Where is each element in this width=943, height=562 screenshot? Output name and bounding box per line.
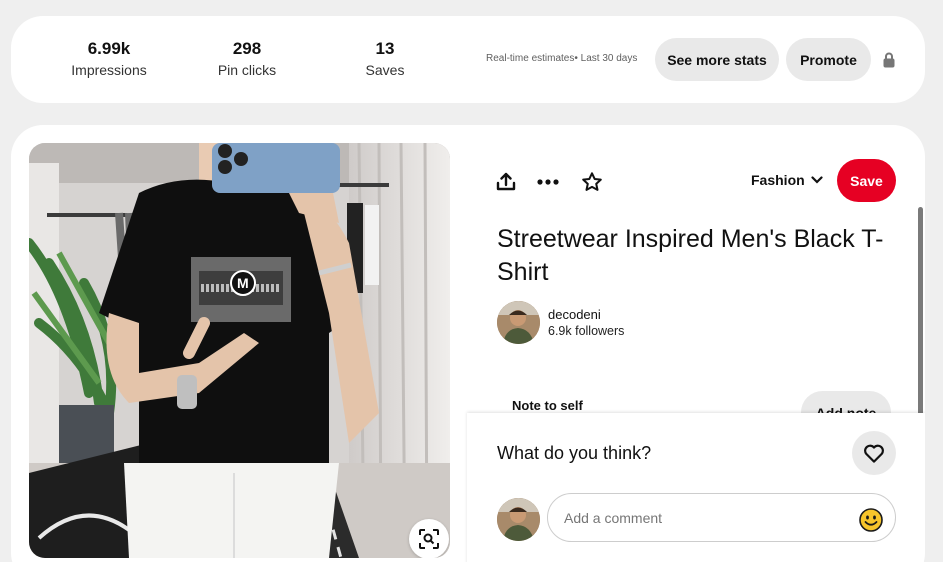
pin-closeup-card: M Fashion Save Streetwear Inspired Men's… bbox=[11, 125, 925, 562]
stat-saves: 13 Saves bbox=[325, 38, 445, 79]
stat-impressions: 6.99k Impressions bbox=[49, 38, 169, 79]
share-button[interactable] bbox=[493, 169, 519, 195]
creator-name[interactable]: decodeni bbox=[548, 307, 624, 323]
creator-info[interactable]: decodeni 6.9k followers bbox=[497, 301, 624, 344]
comment-panel: What do you think? bbox=[467, 413, 925, 562]
note-to-self-label: Note to self bbox=[512, 398, 583, 413]
stat-label: Pin clicks bbox=[217, 62, 277, 78]
promote-button[interactable]: Promote bbox=[786, 38, 871, 81]
avatar-image bbox=[497, 301, 540, 344]
visual-search-button[interactable] bbox=[409, 519, 449, 558]
svg-text:M: M bbox=[237, 275, 249, 291]
smiley-emoji-icon[interactable] bbox=[859, 508, 883, 532]
creator-text: decodeni 6.9k followers bbox=[548, 307, 624, 339]
stat-value: 298 bbox=[232, 39, 262, 58]
details-scrollbar[interactable] bbox=[918, 207, 923, 417]
chevron-down-icon bbox=[811, 176, 823, 184]
stat-value: 6.99k bbox=[87, 39, 131, 58]
user-avatar bbox=[497, 498, 540, 541]
heart-icon bbox=[864, 444, 884, 463]
stat-value: 13 bbox=[375, 39, 395, 58]
board-dropdown[interactable]: Fashion bbox=[751, 172, 823, 188]
lock-icon bbox=[883, 52, 895, 68]
stat-label: Saves bbox=[365, 62, 405, 78]
board-name: Fashion bbox=[751, 172, 805, 188]
pin-details-panel: Fashion Save Streetwear Inspired Men's B… bbox=[467, 125, 925, 562]
estimate-note: Real-time estimates• Last 30 days bbox=[486, 53, 638, 64]
pin-photo-illustration: M bbox=[29, 143, 450, 558]
see-more-stats-button[interactable]: See more stats bbox=[655, 38, 779, 81]
creator-followers: 6.9k followers bbox=[548, 323, 625, 338]
comment-input[interactable] bbox=[547, 493, 896, 542]
pin-image[interactable]: M bbox=[29, 143, 450, 558]
pin-stats-card: 6.99k Impressions 298 Pin clicks 13 Save… bbox=[11, 16, 925, 103]
avatar-image bbox=[497, 498, 540, 541]
creator-avatar[interactable] bbox=[497, 301, 540, 344]
more-options-button[interactable] bbox=[535, 169, 561, 195]
comment-prompt: What do you think? bbox=[497, 443, 652, 463]
stat-pin-clicks: 298 Pin clicks bbox=[187, 38, 307, 79]
more-icon bbox=[537, 179, 559, 185]
save-button[interactable]: Save bbox=[837, 159, 896, 202]
react-button[interactable] bbox=[852, 431, 896, 475]
visual-search-icon bbox=[419, 529, 439, 549]
stat-label: Impressions bbox=[71, 62, 147, 78]
share-icon bbox=[496, 172, 516, 191]
star-icon bbox=[582, 172, 602, 191]
favorite-button[interactable] bbox=[579, 169, 605, 195]
pin-title: Streetwear Inspired Men's Black T-Shirt bbox=[497, 225, 884, 286]
